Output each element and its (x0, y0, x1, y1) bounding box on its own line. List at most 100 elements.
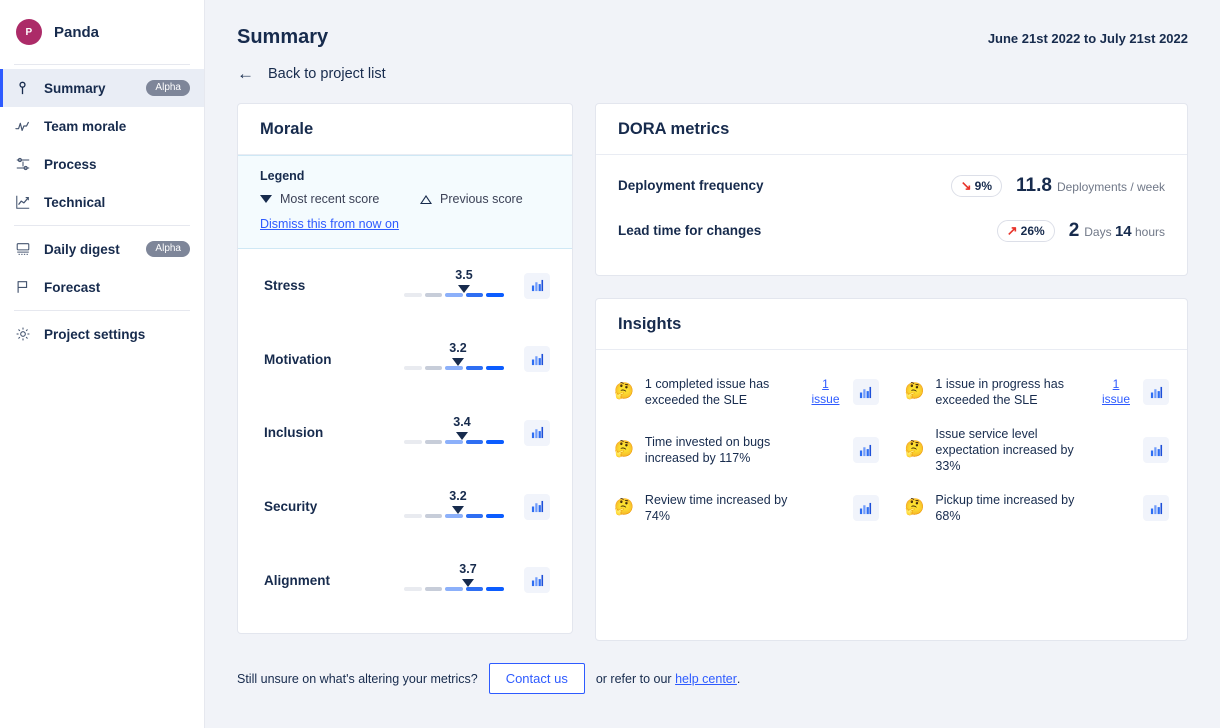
dora-metric-name: Deployment frequency (618, 178, 764, 193)
morale-gauge: 3.5 (404, 267, 504, 303)
gauge-segment (445, 587, 463, 592)
sidebar-item-summary[interactable]: Summary Alpha (0, 69, 204, 107)
arrow-left-icon: ← (237, 64, 254, 83)
dora-rows: Deployment frequency ↘ 9% 11.8 Deployments /… (596, 155, 1187, 275)
pin-icon (14, 80, 31, 97)
morale-row-label: Alignment (264, 572, 330, 588)
legend-label-most-recent: Most recent score (280, 192, 380, 206)
flag-icon (14, 279, 31, 296)
gear-icon (14, 326, 31, 343)
bar-chart-icon (531, 279, 544, 292)
main-content: Summary June 21st 2022 to July 21st 2022… (205, 0, 1220, 728)
view-chart-button[interactable] (524, 272, 550, 299)
insight-item: 🤔 Pickup time increased by 68% (904, 480, 1169, 536)
view-chart-button[interactable] (852, 379, 879, 405)
legend-item-previous: Previous score (420, 192, 523, 206)
sidebar-item-team-morale[interactable]: Team morale (0, 107, 204, 145)
thinking-face-icon: 🤔 (614, 499, 634, 516)
sidebar-item-technical[interactable]: Technical (0, 183, 204, 221)
date-range-label: June 21st 2022 to July 21st 2022 (987, 31, 1188, 46)
arrow-down-right-icon: ↘ (960, 178, 972, 193)
insights-card-title: Insights (618, 315, 682, 333)
sidebar-item-process[interactable]: Process (0, 145, 204, 183)
arrow-up-right-icon: ↗ (1006, 223, 1018, 238)
gauge-segment (486, 587, 504, 592)
legend-title: Legend (260, 169, 305, 183)
thinking-face-icon: 🤔 (904, 499, 925, 516)
dora-card-title: DORA metrics (618, 120, 730, 138)
triangle-down-icon (456, 431, 468, 440)
insights-grid: 🤔 1 completed issue has exceeded the SLE 1… (596, 350, 1187, 554)
insight-issue-link[interactable]: 1 issue (1100, 377, 1132, 407)
view-chart-button[interactable] (524, 419, 550, 446)
dora-unit-value: 14 (1114, 222, 1132, 240)
triangle-down-icon (458, 284, 470, 293)
morale-score-value: 3.7 (459, 562, 477, 577)
legend-items: Most recent score Previous score (260, 192, 550, 206)
morale-row: Security 3.2 (238, 470, 572, 544)
sidebar-item-label: Daily digest (44, 241, 120, 257)
gauge-segment (486, 439, 504, 444)
back-to-project-list-link[interactable]: ← Back to project list (237, 65, 386, 82)
digest-icon (14, 241, 31, 258)
bar-chart-icon (531, 500, 544, 513)
dora-metric-row: Lead time for changes ↗ 26% 2 Days 14 hours (618, 208, 1165, 253)
dora-delta-value: 9% (974, 178, 993, 193)
bar-chart-icon (859, 386, 872, 399)
sidebar-item-daily-digest[interactable]: Daily digest Alpha (0, 230, 204, 268)
page-header: Summary June 21st 2022 to July 21st 2022 (237, 0, 1188, 49)
help-center-link[interactable]: help center (675, 672, 737, 686)
insight-text: Pickup time increased by 68% (935, 493, 1075, 523)
insights-card: Insights 🤔 1 completed issue has exceeded… (595, 298, 1188, 641)
morale-card-header: Morale (238, 104, 572, 155)
gauge-segment (424, 513, 443, 518)
footer-help: Still unsure on what's altering your met… (237, 663, 1188, 694)
insight-item: 🤔 Issue service level expectation increas… (905, 420, 1169, 480)
view-chart-button[interactable] (524, 346, 550, 373)
insight-item: 🤔 1 completed issue has exceeded the SLE 1… (614, 364, 879, 420)
morale-rows: Stress 3.5 Motivation 3.2 Inclusion 3.4 Securi… (238, 249, 572, 633)
sidebar-item-label: Process (44, 156, 97, 172)
brand: P Panda (0, 0, 204, 64)
footer-text-before: Still unsure on what's altering your met… (237, 671, 478, 686)
dora-delta-badge: ↗ 26% (996, 219, 1055, 242)
dismiss-legend-link[interactable]: Dismiss this from now on (260, 217, 399, 231)
view-chart-button[interactable] (524, 493, 550, 520)
dora-metric-name: Lead time for changes (618, 223, 762, 238)
gauge-segment (486, 292, 504, 297)
bar-chart-icon (531, 426, 544, 439)
gauge-segment (424, 439, 443, 444)
nav-group-primary: Summary Alpha Team morale Process Techni… (0, 65, 204, 225)
sidebar-item-project-settings[interactable]: Project settings (0, 315, 204, 353)
gauge-segment (445, 439, 463, 444)
morale-gauge: 3.7 (404, 562, 504, 597)
bar-chart-icon (1150, 444, 1163, 457)
triangle-down-icon (260, 195, 272, 203)
insight-issue-link[interactable]: 1 issue (810, 377, 842, 407)
metrics-column: DORA metrics Deployment frequency ↘ 9% 11.8… (595, 103, 1188, 641)
morale-row-label: Security (264, 499, 318, 515)
legend-item-most-recent: Most recent score (260, 192, 420, 206)
view-chart-button[interactable] (1143, 437, 1169, 463)
page-title: Summary (237, 26, 329, 48)
status-badge-alpha: Alpha (146, 241, 190, 257)
nav-group-settings: Project settings (0, 311, 204, 357)
view-chart-button[interactable] (852, 495, 879, 521)
morale-score-value: 3.5 (455, 267, 473, 282)
morale-legend: Legend Most recent score Previous score (238, 155, 572, 249)
morale-card-title: Morale (260, 120, 314, 138)
gauge-track (404, 513, 504, 518)
sidebar-item-forecast[interactable]: Forecast (0, 268, 204, 306)
back-link-label: Back to project list (268, 65, 386, 82)
gauge-segment (404, 587, 422, 592)
sidebar-item-label: Project settings (44, 326, 146, 342)
contact-us-button[interactable]: Contact us (488, 663, 585, 694)
view-chart-button[interactable] (1143, 495, 1169, 521)
view-chart-button[interactable] (852, 437, 879, 463)
dora-unit: Days 14 hours (1084, 222, 1165, 240)
view-chart-button[interactable] (1143, 379, 1169, 405)
gauge-segment (424, 587, 443, 592)
morale-score-value: 3.4 (453, 414, 471, 429)
view-chart-button[interactable] (524, 567, 550, 594)
brand-name: Panda (54, 23, 100, 41)
